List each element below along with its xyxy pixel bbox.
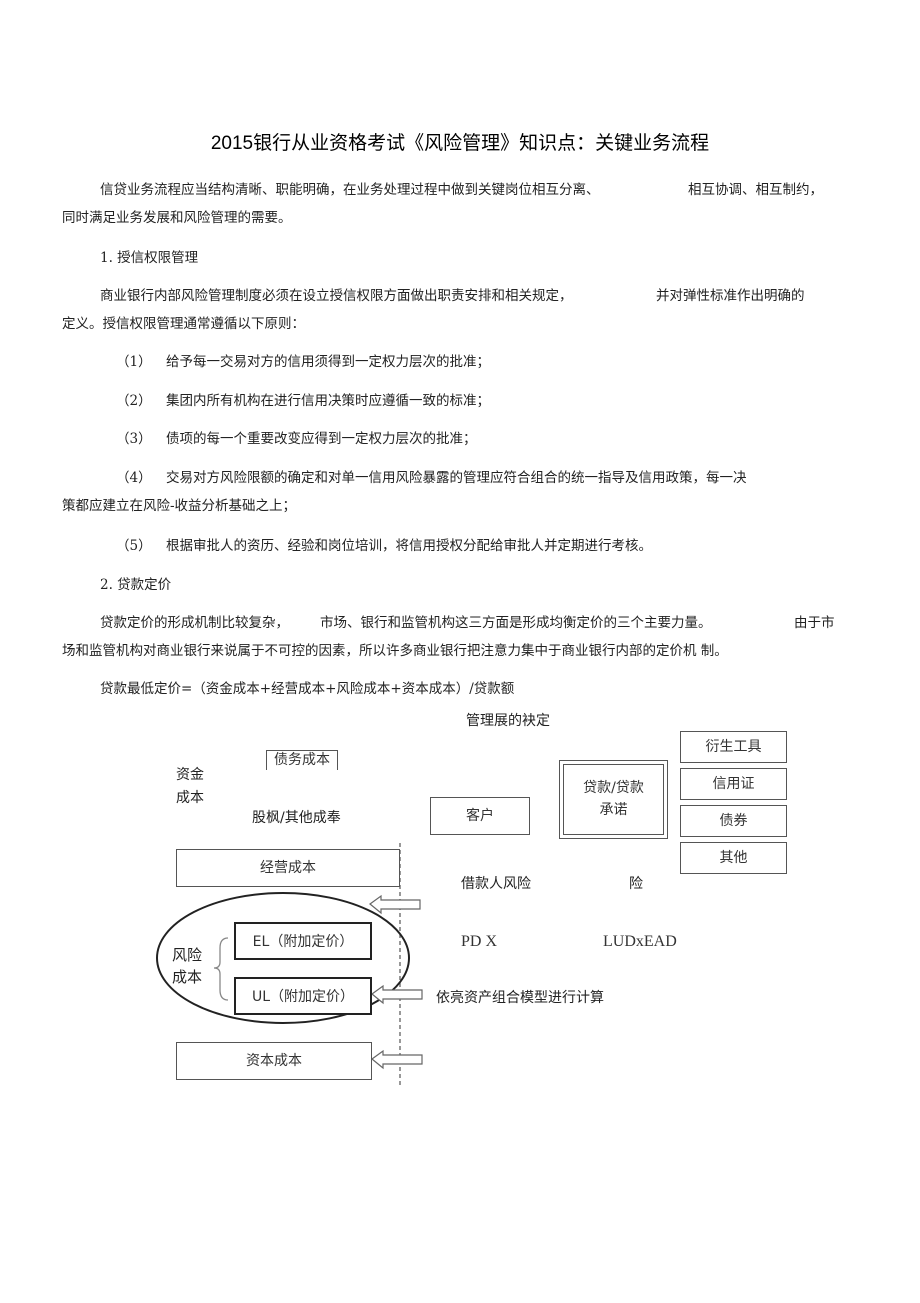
- borrower-risk-label: 借款人风险: [461, 876, 531, 892]
- ul-box: UL（附加定价）: [234, 977, 372, 1015]
- risk-fragment-label: 险: [629, 876, 643, 892]
- arrow-left-icon: [371, 984, 423, 1005]
- portfolio-model-note: 依亮资产组合模型进行计算: [436, 990, 604, 1006]
- equity-cost-label: 股枫/其他成奉: [252, 810, 341, 826]
- operating-cost-box: 经营成本: [176, 849, 400, 887]
- arrow-left-icon: [371, 1049, 423, 1070]
- loan-commitment-outer-box: 贷款/贷款 承诺: [559, 760, 668, 839]
- loan-commitment-line-2: 承诺: [599, 802, 628, 818]
- loan-commitment-line-1: 贷款/贷款: [583, 780, 644, 796]
- capital-cost-box: 资本成本: [176, 1042, 372, 1080]
- risk-cost-label-line-1: 风险: [172, 946, 203, 964]
- product-box-other: 其他: [680, 842, 787, 874]
- el-box: EL（附加定价）: [234, 922, 372, 960]
- loan-commitment-inner-box: 贷款/贷款 承诺: [563, 764, 664, 835]
- arrow-left-icon: [369, 894, 421, 915]
- fund-cost-label-line-2: 成本: [176, 790, 204, 806]
- diagram-lines: [156, 843, 423, 1086]
- product-box-bonds: 债券: [680, 805, 787, 837]
- lgd-ead-label: LUDxEAD: [603, 933, 677, 950]
- management-label: 管理展的袂定: [466, 713, 550, 729]
- product-box-letter-of-credit: 信用证: [680, 768, 787, 800]
- fund-cost-label-line-1: 资金: [176, 767, 204, 783]
- pd-label: PD X: [461, 933, 498, 950]
- curly-brace-icon: [213, 937, 229, 1001]
- debt-cost-box: 债务成本: [266, 750, 338, 770]
- risk-cost-label-line-2: 成本: [172, 968, 203, 986]
- product-box-derivatives: 衍生工具: [680, 731, 787, 763]
- customer-box: 客户: [430, 797, 530, 835]
